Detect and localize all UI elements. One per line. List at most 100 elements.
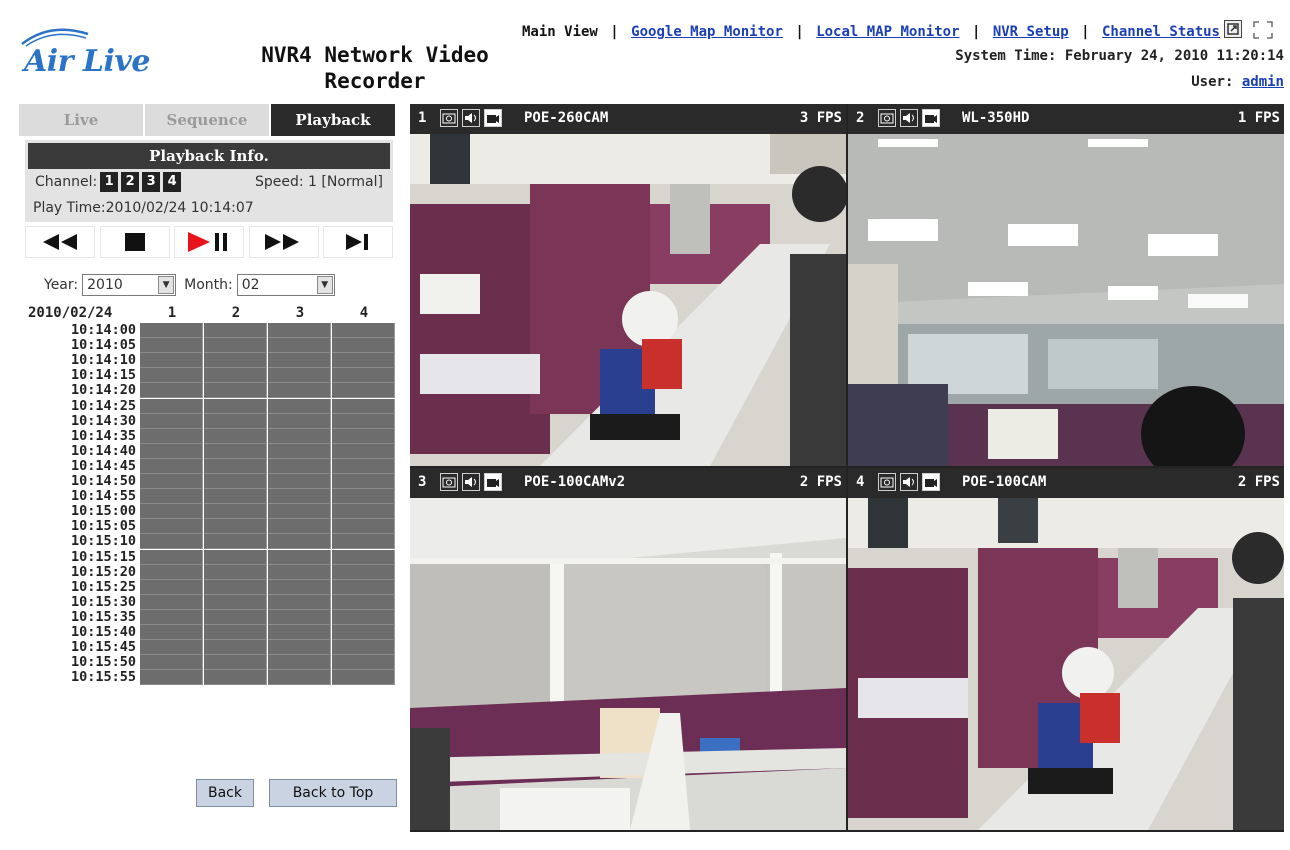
nav-nvr-setup[interactable]: NVR Setup xyxy=(993,24,1069,40)
timeline-cell-ch1[interactable] xyxy=(140,368,203,384)
camera-view-4[interactable] xyxy=(848,498,1284,830)
stop-button[interactable] xyxy=(99,226,170,258)
timeline-cell-ch3[interactable] xyxy=(268,338,331,354)
nav-main-view[interactable]: Main View xyxy=(522,24,598,40)
tab-live[interactable]: Live xyxy=(19,104,143,136)
timeline-cell-ch1[interactable] xyxy=(140,383,203,399)
timeline-cell-ch2[interactable] xyxy=(204,549,267,565)
timeline-cell-ch4[interactable] xyxy=(332,504,395,520)
timeline-cell-ch3[interactable] xyxy=(268,323,331,339)
timeline-cell-ch1[interactable] xyxy=(140,323,203,339)
timeline-cell-ch3[interactable] xyxy=(268,670,331,686)
timeline-cell-ch1[interactable] xyxy=(140,398,203,414)
timeline-cell-ch2[interactable] xyxy=(204,594,267,610)
timeline-cell-ch4[interactable] xyxy=(332,489,395,505)
snapshot-icon[interactable] xyxy=(440,473,458,491)
timeline-cell-ch1[interactable] xyxy=(140,625,203,641)
timeline-cell-ch3[interactable] xyxy=(268,443,331,459)
timeline-cell-ch4[interactable] xyxy=(332,564,395,580)
year-select[interactable]: 2010 ▼ xyxy=(82,274,177,296)
timeline-cell-ch2[interactable] xyxy=(204,458,267,474)
channel-button-1[interactable]: 1 xyxy=(100,172,119,192)
timeline-cell-ch1[interactable] xyxy=(140,549,203,565)
record-icon[interactable] xyxy=(922,109,940,127)
timeline-cell-ch4[interactable] xyxy=(332,609,395,625)
back-to-top-button[interactable]: Back to Top xyxy=(269,779,397,807)
timeline-cell-ch1[interactable] xyxy=(140,534,203,550)
timeline-cell-ch4[interactable] xyxy=(332,474,395,490)
timeline-cell-ch4[interactable] xyxy=(332,323,395,339)
user-link[interactable]: admin xyxy=(1242,74,1284,90)
speaker-icon[interactable] xyxy=(900,473,918,491)
month-select[interactable]: 02 ▼ xyxy=(236,274,335,296)
timeline-cell-ch2[interactable] xyxy=(204,443,267,459)
timeline-cell-ch2[interactable] xyxy=(204,383,267,399)
timeline-cell-ch2[interactable] xyxy=(204,413,267,429)
timeline-cell-ch4[interactable] xyxy=(332,534,395,550)
tab-sequence[interactable]: Sequence xyxy=(145,104,269,136)
timeline-cell-ch1[interactable] xyxy=(140,655,203,671)
timeline-cell-ch4[interactable] xyxy=(332,368,395,384)
timeline-cell-ch1[interactable] xyxy=(140,353,203,369)
timeline-cell-ch1[interactable] xyxy=(140,489,203,505)
timeline-cell-ch4[interactable] xyxy=(332,519,395,535)
timeline-cell-ch1[interactable] xyxy=(140,609,203,625)
timeline-cell-ch3[interactable] xyxy=(268,534,331,550)
timeline-cell-ch4[interactable] xyxy=(332,625,395,641)
timeline-cell-ch3[interactable] xyxy=(268,519,331,535)
record-icon[interactable] xyxy=(922,473,940,491)
timeline-cell-ch3[interactable] xyxy=(268,413,331,429)
timeline-cell-ch3[interactable] xyxy=(268,489,331,505)
timeline-cell-ch3[interactable] xyxy=(268,398,331,414)
timeline-cell-ch4[interactable] xyxy=(332,383,395,399)
timeline-cell-ch4[interactable] xyxy=(332,413,395,429)
timeline-cell-ch3[interactable] xyxy=(268,474,331,490)
timeline-cell-ch3[interactable] xyxy=(268,625,331,641)
camera-view-2[interactable] xyxy=(848,134,1284,466)
timeline-cell-ch4[interactable] xyxy=(332,579,395,595)
popout-icon[interactable] xyxy=(1224,20,1242,38)
timeline-cell-ch1[interactable] xyxy=(140,443,203,459)
nav-google-map-monitor[interactable]: Google Map Monitor xyxy=(631,24,783,40)
record-icon[interactable] xyxy=(484,473,502,491)
timeline-cell-ch2[interactable] xyxy=(204,504,267,520)
timeline-cell-ch3[interactable] xyxy=(268,655,331,671)
timeline-cell-ch1[interactable] xyxy=(140,670,203,686)
timeline-cell-ch4[interactable] xyxy=(332,670,395,686)
timeline-cell-ch3[interactable] xyxy=(268,458,331,474)
timeline-cell-ch4[interactable] xyxy=(332,458,395,474)
timeline-cell-ch1[interactable] xyxy=(140,579,203,595)
snapshot-icon[interactable] xyxy=(878,109,896,127)
timeline-cell-ch2[interactable] xyxy=(204,609,267,625)
timeline-cell-ch2[interactable] xyxy=(204,398,267,414)
timeline-cell-ch3[interactable] xyxy=(268,564,331,580)
timeline-cell-ch4[interactable] xyxy=(332,640,395,656)
rewind-button[interactable] xyxy=(25,226,95,258)
timeline-cell-ch1[interactable] xyxy=(140,519,203,535)
timeline-cell-ch2[interactable] xyxy=(204,625,267,641)
timeline-cell-ch2[interactable] xyxy=(204,338,267,354)
back-button[interactable]: Back xyxy=(196,779,254,807)
timeline-cell-ch1[interactable] xyxy=(140,338,203,354)
tab-playback[interactable]: Playback xyxy=(271,104,395,136)
nav-local-map-monitor[interactable]: Local MAP Monitor xyxy=(816,24,959,40)
timeline-cell-ch4[interactable] xyxy=(332,594,395,610)
timeline-cell-ch2[interactable] xyxy=(204,579,267,595)
channel-button-3[interactable]: 3 xyxy=(142,172,161,192)
timeline-cell-ch2[interactable] xyxy=(204,474,267,490)
timeline-cell-ch1[interactable] xyxy=(140,564,203,580)
record-icon[interactable] xyxy=(484,109,502,127)
timeline-cell-ch2[interactable] xyxy=(204,640,267,656)
timeline-cell-ch2[interactable] xyxy=(204,655,267,671)
timeline-cell-ch1[interactable] xyxy=(140,504,203,520)
fast-forward-button[interactable] xyxy=(248,226,319,258)
timeline-cell-ch1[interactable] xyxy=(140,458,203,474)
timeline-cell-ch3[interactable] xyxy=(268,368,331,384)
fullscreen-icon[interactable] xyxy=(1252,20,1274,40)
timeline-cell-ch2[interactable] xyxy=(204,564,267,580)
timeline-cell-ch1[interactable] xyxy=(140,594,203,610)
timeline-cell-ch2[interactable] xyxy=(204,534,267,550)
timeline-cell-ch3[interactable] xyxy=(268,383,331,399)
timeline-cell-ch2[interactable] xyxy=(204,670,267,686)
next-frame-button[interactable] xyxy=(323,226,393,258)
